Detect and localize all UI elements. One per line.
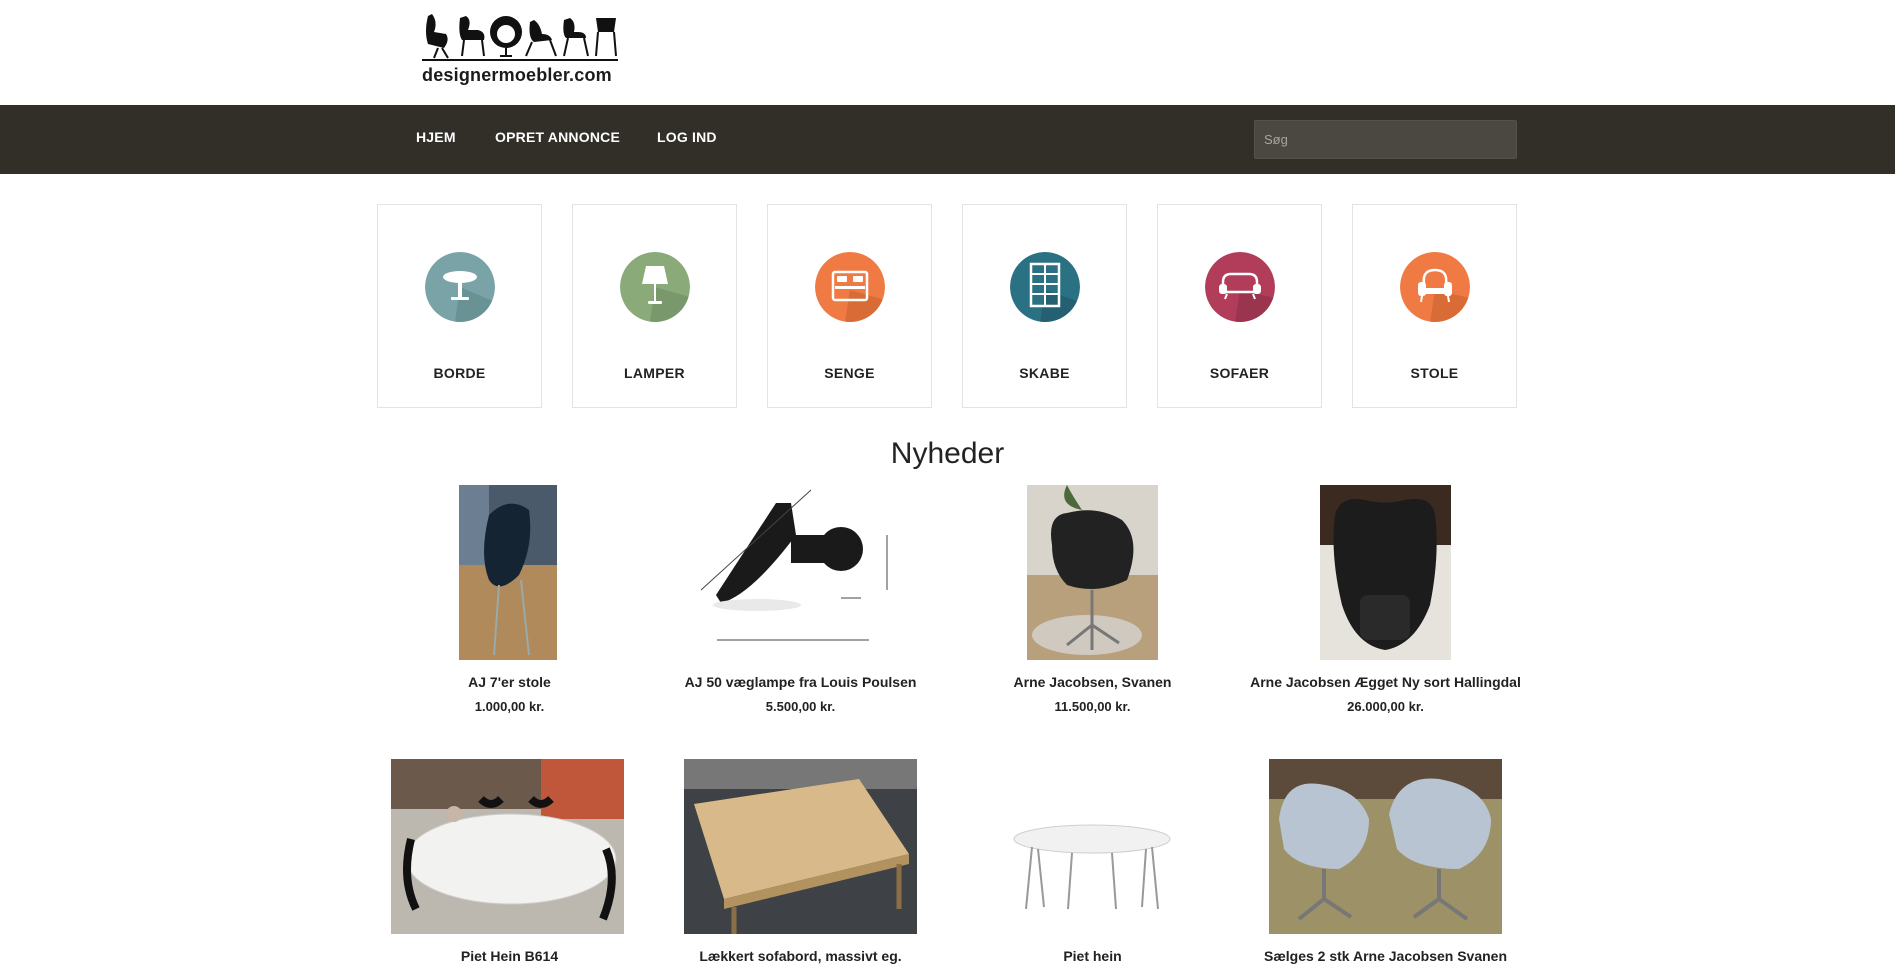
- product-name: Piet hein: [1063, 948, 1122, 964]
- product-image: [684, 759, 917, 934]
- product-price: 1.000,00 kr.: [474, 699, 545, 714]
- product-price: 11.500,00 kr.: [1054, 699, 1131, 714]
- chairs-logo-icon: [426, 14, 617, 59]
- product-price: 5.500,00 kr.: [765, 699, 836, 714]
- category-label: STOLE: [1410, 365, 1459, 381]
- logo-divider: [422, 59, 618, 61]
- category-card-skabe[interactable]: SKABE: [962, 204, 1127, 408]
- category-card-borde[interactable]: BORDE: [377, 204, 542, 408]
- site-header: designermoebler.com: [0, 0, 1895, 105]
- main-navbar: HJEM OPRET ANNONCE LOG IND: [0, 105, 1895, 174]
- product-card-aj7-chairs[interactable]: AJ 7'er stole 1.000,00 kr.: [363, 485, 656, 725]
- category-card-senge[interactable]: SENGE: [767, 204, 932, 408]
- product-name: Sælges 2 stk Arne Jacobsen Svanen: [1263, 948, 1508, 964]
- table-icon: [425, 252, 495, 322]
- nav-create-listing-link[interactable]: OPRET ANNONCE: [495, 129, 620, 145]
- category-grid: BORDE LAMPER SENGE SKABE SOFAER STOLE: [377, 204, 1517, 409]
- product-image: [391, 759, 624, 934]
- product-card-egg-chair[interactable]: Arne Jacobsen Ægget Ny sort Hallingdal 2…: [1239, 485, 1532, 725]
- product-card-swan-chairs-pair[interactable]: Sælges 2 stk Arne Jacobsen Svanen: [1239, 759, 1532, 971]
- category-label: SENGE: [824, 365, 875, 381]
- product-card-swan-chair[interactable]: Arne Jacobsen, Svanen 11.500,00 kr.: [946, 485, 1239, 725]
- product-card-oak-coffee-table[interactable]: Lækkert sofabord, massivt eg.: [654, 759, 947, 971]
- category-label: SKABE: [1019, 365, 1070, 381]
- product-name: Lækkert sofabord, massivt eg.: [699, 948, 902, 964]
- product-price: 26.000,00 kr.: [1347, 699, 1424, 714]
- category-label: SOFAER: [1209, 365, 1270, 381]
- product-name: AJ 50 væglampe fra Louis Poulsen: [684, 674, 917, 690]
- product-image: [1269, 759, 1502, 934]
- news-section-title: Nyheder: [890, 437, 1005, 470]
- site-logo[interactable]: designermoebler.com: [420, 10, 620, 90]
- sofa-icon: [1205, 252, 1275, 322]
- product-name: AJ 7'er stole: [468, 674, 551, 690]
- product-image: [1320, 485, 1451, 660]
- product-image: [1027, 485, 1158, 660]
- category-label: LAMPER: [624, 365, 685, 381]
- search-input[interactable]: [1254, 120, 1517, 159]
- product-image: [691, 485, 911, 660]
- product-name: Piet Hein B614: [460, 948, 559, 964]
- product-card-piet-hein-table[interactable]: Piet hein: [946, 759, 1239, 971]
- product-image: [1012, 759, 1172, 934]
- nav-home-link[interactable]: HJEM: [416, 129, 456, 145]
- bed-icon: [815, 252, 885, 322]
- category-label: BORDE: [433, 365, 486, 381]
- lamp-icon: [620, 252, 690, 322]
- product-card-aj50-lamp[interactable]: AJ 50 væglampe fra Louis Poulsen 5.500,0…: [654, 485, 947, 725]
- cabinet-icon: [1010, 252, 1080, 322]
- armchair-icon: [1400, 252, 1470, 322]
- category-card-lamper[interactable]: LAMPER: [572, 204, 737, 408]
- nav-login-link[interactable]: LOG IND: [657, 129, 717, 145]
- product-name: Arne Jacobsen Ægget Ny sort Hallingdal: [1250, 674, 1521, 690]
- product-image: [459, 485, 557, 660]
- product-name: Arne Jacobsen, Svanen: [1013, 674, 1172, 690]
- category-card-sofaer[interactable]: SOFAER: [1157, 204, 1322, 408]
- logo-text: designermoebler.com: [422, 65, 612, 85]
- category-card-stole[interactable]: STOLE: [1352, 204, 1517, 408]
- product-card-piet-hein-b614[interactable]: Piet Hein B614: [363, 759, 656, 971]
